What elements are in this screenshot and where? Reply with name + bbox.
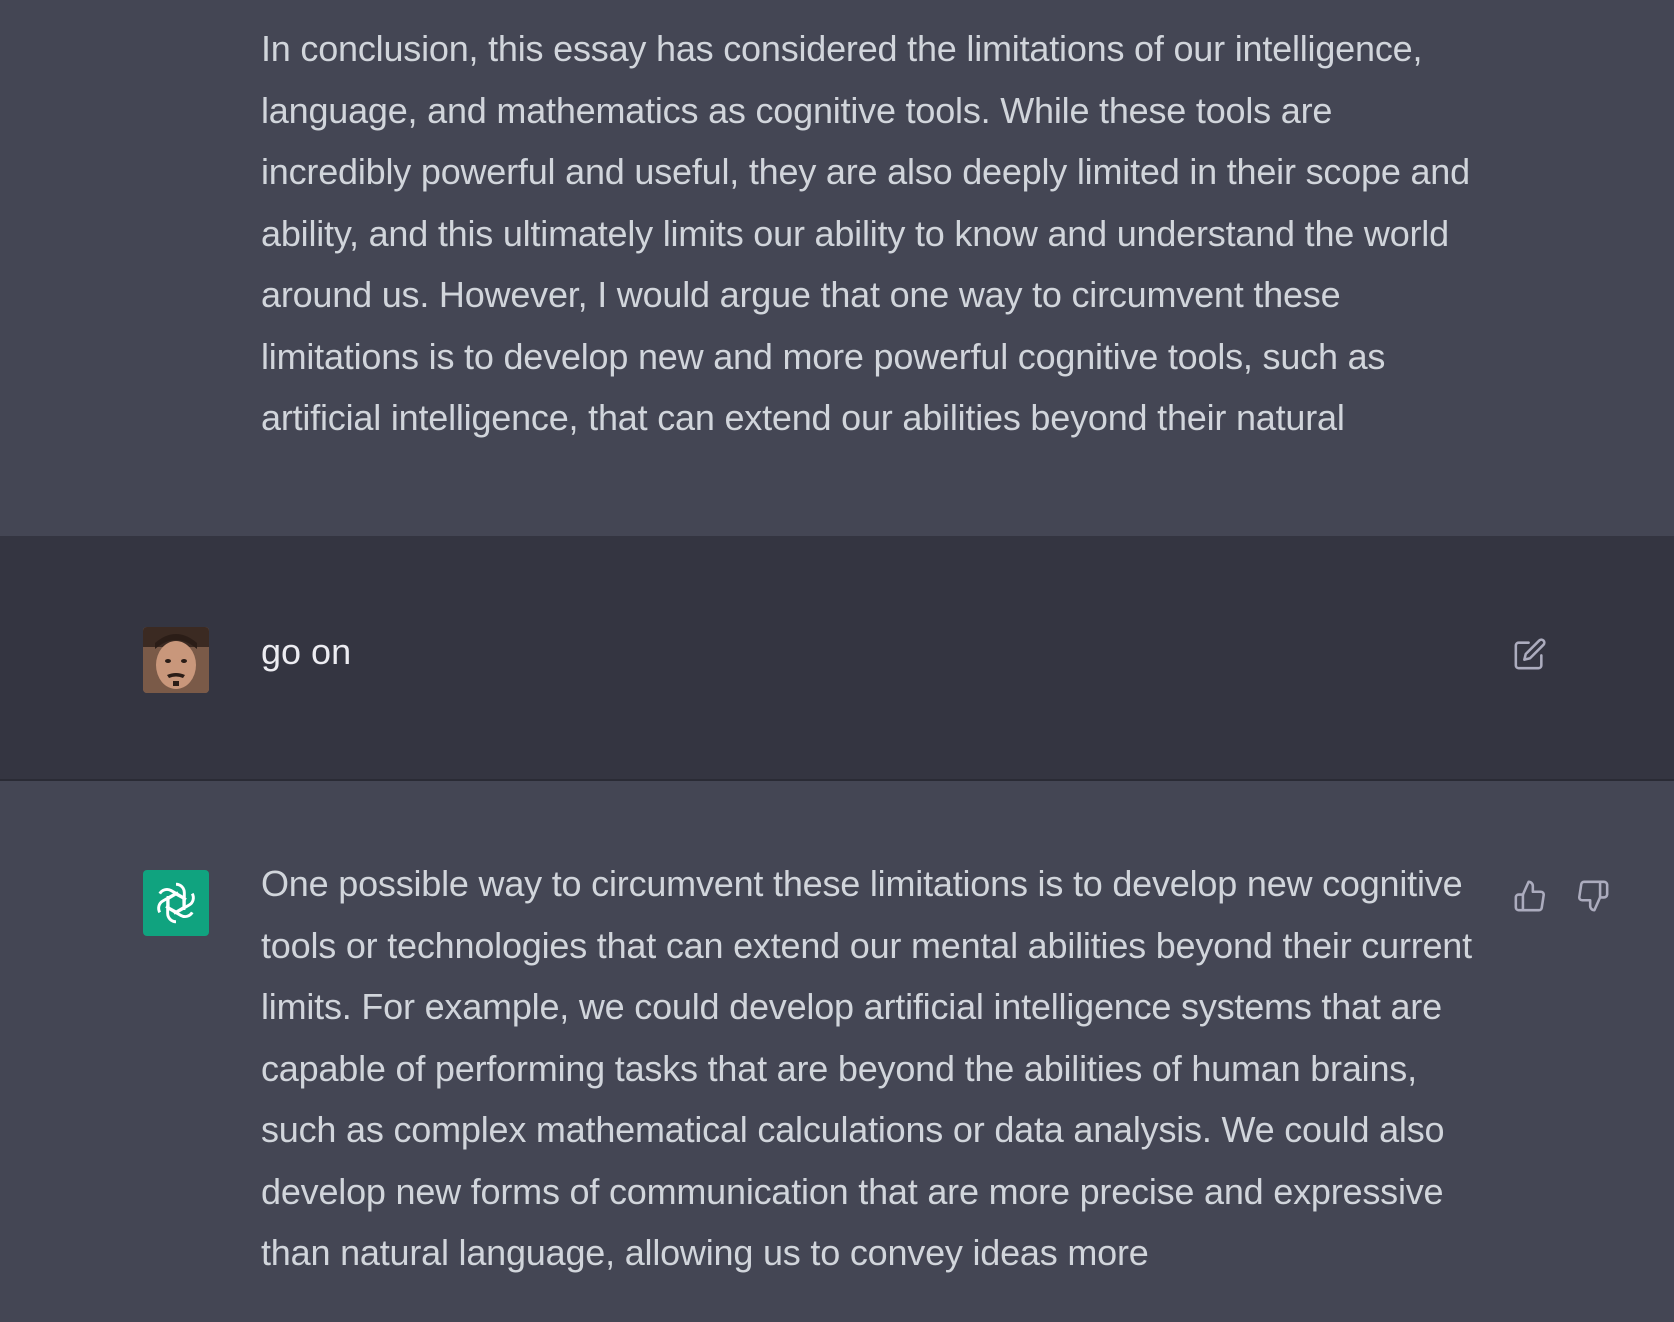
user-avatar [143, 627, 209, 693]
assistant-message-text: In conclusion, this essay has considered… [261, 28, 1470, 438]
assistant-avatar [143, 870, 209, 936]
chat-page: In conclusion, this essay has considered… [0, 0, 1674, 1322]
edit-icon [1514, 638, 1546, 670]
openai-logo-icon [157, 882, 195, 924]
user-message: go on [0, 536, 1674, 781]
assistant-message-previous: In conclusion, this essay has considered… [0, 0, 1674, 536]
thumbs-up-icon [1514, 880, 1545, 912]
user-message-text: go on [261, 631, 352, 672]
thumbs-down-icon [1578, 880, 1609, 912]
assistant-message: One possible way to circumvent these lim… [0, 783, 1674, 1322]
thumbs-down-button[interactable] [1573, 876, 1613, 916]
assistant-message-text: One possible way to circumvent these lim… [261, 863, 1472, 1273]
user-photo-avatar [143, 627, 209, 693]
edit-message-button[interactable] [1510, 634, 1550, 674]
thumbs-up-button[interactable] [1510, 876, 1550, 916]
